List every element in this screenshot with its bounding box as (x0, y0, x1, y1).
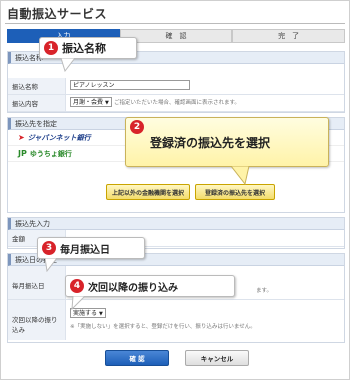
callout-text: 振込名称 (62, 42, 106, 55)
field-label: 振込名称 (8, 78, 66, 94)
transfer-name-input[interactable]: ピアノレッスン (70, 80, 190, 90)
step-complete: 完 了 (232, 29, 346, 43)
form-row: 振込名称 ピアノレッスン (8, 78, 344, 95)
title-divider (5, 23, 345, 24)
chevron-down-icon: ▼ (105, 100, 109, 106)
other-bank-button[interactable]: 上記以外の金融機関を選択 (106, 184, 190, 200)
page-title: 自動振込サービス (7, 7, 108, 21)
callout-pointer-icon (230, 166, 250, 186)
page-frame: 自動振込サービス 入力 確 認 完 了 振込名称 振込名称 ピアノレッスン 振込… (0, 0, 350, 380)
field-note: ご指定いただいた場合、確認画面に表示されます。 (113, 100, 240, 106)
callout-pointer-icon (61, 58, 76, 72)
step-number-badge: 1 (44, 41, 58, 55)
bank-name: ゆうちょ銀行 (29, 149, 72, 158)
step-number-badge: 4 (70, 279, 84, 293)
form-row: 振込内容 月謝・会費 ▼ ご指定いただいた場合、確認画面に表示されます。 (8, 95, 344, 112)
field-label: 振込内容 (8, 95, 66, 111)
field-note: ます。 (256, 288, 272, 294)
callout-pointer-icon (45, 258, 58, 272)
callout-text: 次回以降の振り込み (88, 282, 178, 294)
select-value: 月謝・会費 (73, 99, 104, 106)
field-value: ピアノレッスン (66, 78, 344, 94)
callout-text: 登録済の振込先を選択 (150, 135, 271, 150)
select-value: 実施する (73, 310, 98, 317)
section-header: 振込先入力 (8, 218, 344, 230)
callout-3: 3 毎月振込日 (37, 237, 145, 259)
confirm-button[interactable]: 確 認 (105, 350, 169, 366)
callout-text: 毎月振込日 (60, 244, 110, 256)
field-value: 実施する ▼ ※「実施しない」を選択すると、登録だけを行い、振り込みは行いません。 (66, 300, 344, 340)
step-number-badge: 3 (42, 241, 56, 255)
step-number-badge: 2 (130, 120, 144, 134)
transfer-content-select[interactable]: 月謝・会費 ▼ (70, 97, 112, 107)
callout-pointer-icon (71, 296, 86, 310)
cancel-button[interactable]: キャンセル (185, 350, 249, 366)
arrow-icon: ➤ (18, 133, 25, 142)
field-note: ※「実施しない」を選択すると、登録だけを行い、振り込みは行いません。 (70, 324, 256, 330)
field-label: 次回以降の振り込み (8, 300, 66, 340)
bank-name: ジャパンネット銀行 (27, 133, 91, 142)
callout-4: 4 次回以降の振り込み (65, 275, 235, 297)
registered-payee-button[interactable]: 登録済の振込先を選択 (195, 184, 275, 200)
jp-bank-logo-icon: JP (18, 149, 27, 158)
chevron-down-icon: ▼ (99, 311, 103, 317)
form-row: 次回以降の振り込み 実施する ▼ ※「実施しない」を選択すると、登録だけを行い、振… (8, 300, 344, 340)
callout-1: 1 振込名称 (39, 37, 137, 59)
transfer-name-section: 振込名称 振込名称 ピアノレッスン 振込内容 月謝・会費 ▼ ご指定いただいた場合… (7, 51, 345, 113)
field-value: 月謝・会費 ▼ ご指定いただいた場合、確認画面に表示されます。 (66, 95, 344, 111)
callout-2: 2 登録済の振込先を選択 (125, 117, 329, 167)
